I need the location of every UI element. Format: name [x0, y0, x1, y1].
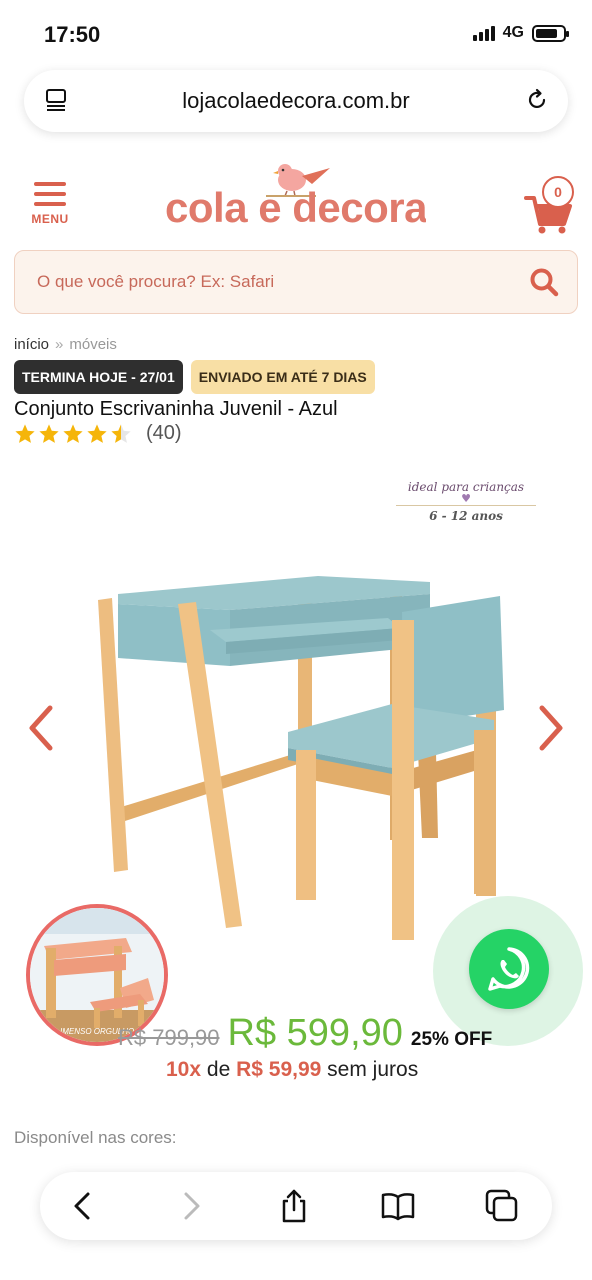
forward-icon[interactable] — [172, 1188, 208, 1224]
network-type: 4G — [502, 24, 524, 41]
installments: 10x de R$ 59,99 sem juros — [166, 1058, 418, 1082]
back-icon[interactable] — [66, 1188, 102, 1224]
search-input[interactable] — [37, 251, 507, 313]
hamburger-icon — [30, 182, 70, 206]
review-count[interactable]: (40) — [146, 422, 182, 445]
old-price: R$ 799,90 — [118, 1025, 220, 1050]
page: 17:50 4G lojacolaedecora.com.br MENU col… — [0, 0, 592, 1280]
url-text[interactable]: lojacolaedecora.com.br — [84, 88, 508, 114]
whatsapp-button[interactable] — [469, 929, 549, 1009]
deadline-tag: TERMINA HOJE - 27/01 — [14, 360, 183, 394]
breadcrumb-current[interactable]: móveis — [69, 336, 117, 353]
browser-address-bar[interactable]: lojacolaedecora.com.br — [24, 70, 568, 132]
battery-icon — [532, 24, 569, 42]
status-bar: 17:50 4G — [0, 0, 592, 70]
breadcrumb: início » móveis — [14, 336, 117, 353]
breadcrumb-home[interactable]: início — [14, 336, 49, 353]
discount-label: 25% OFF — [410, 1029, 493, 1050]
shipping-tag: ENVIADO EM ATÉ 7 DIAS — [190, 360, 375, 394]
installments-of: de — [206, 1058, 231, 1081]
signal-icon — [472, 25, 495, 41]
installments-count: 10x — [166, 1058, 202, 1081]
colors-label: Disponível nas cores: — [14, 1128, 177, 1147]
status-time: 17:50 — [44, 22, 101, 47]
product-title: Conjunto Escrivaninha Juvenil - Azul — [14, 398, 338, 420]
cart-button[interactable]: 0 — [522, 176, 578, 236]
installments-suffix: sem juros — [327, 1058, 419, 1081]
logo-text: cola e decora — [166, 184, 426, 231]
current-price: R$ 599,90 — [227, 1012, 403, 1054]
rating-stars — [14, 423, 132, 445]
whatsapp-icon — [488, 947, 530, 991]
product-tags: TERMINA HOJE - 27/01 ENVIADO EM ATÉ 7 DI… — [14, 360, 375, 394]
site-logo[interactable]: cola e decora — [166, 162, 426, 236]
chevron-right-icon[interactable] — [532, 700, 572, 756]
installment-value: R$ 59,99 — [236, 1058, 322, 1081]
star-icon — [63, 423, 83, 443]
book-icon[interactable] — [380, 1188, 416, 1224]
price-row: R$ 799,90 R$ 599,90 25% OFF — [118, 1012, 492, 1055]
star-icon — [15, 423, 35, 443]
breadcrumb-separator: » — [55, 336, 64, 353]
product-rating[interactable]: (40) — [14, 422, 182, 445]
tabs-overview-icon[interactable] — [484, 1188, 520, 1224]
search-icon[interactable] — [529, 267, 559, 297]
menu-button[interactable]: MENU — [30, 182, 70, 226]
chevron-left-icon[interactable] — [22, 700, 62, 756]
menu-label: MENU — [31, 212, 69, 226]
star-icon — [39, 423, 59, 443]
tabs-icon[interactable] — [44, 88, 68, 112]
share-icon[interactable] — [276, 1188, 312, 1224]
reload-icon[interactable] — [524, 87, 550, 113]
search-bar — [14, 250, 578, 314]
cart-count-badge: 0 — [542, 176, 574, 208]
product-image[interactable] — [0, 470, 592, 950]
star-icon — [87, 423, 107, 443]
half-star-icon — [111, 423, 131, 443]
status-indicators: 4G — [472, 24, 569, 42]
browser-toolbar — [40, 1172, 552, 1240]
